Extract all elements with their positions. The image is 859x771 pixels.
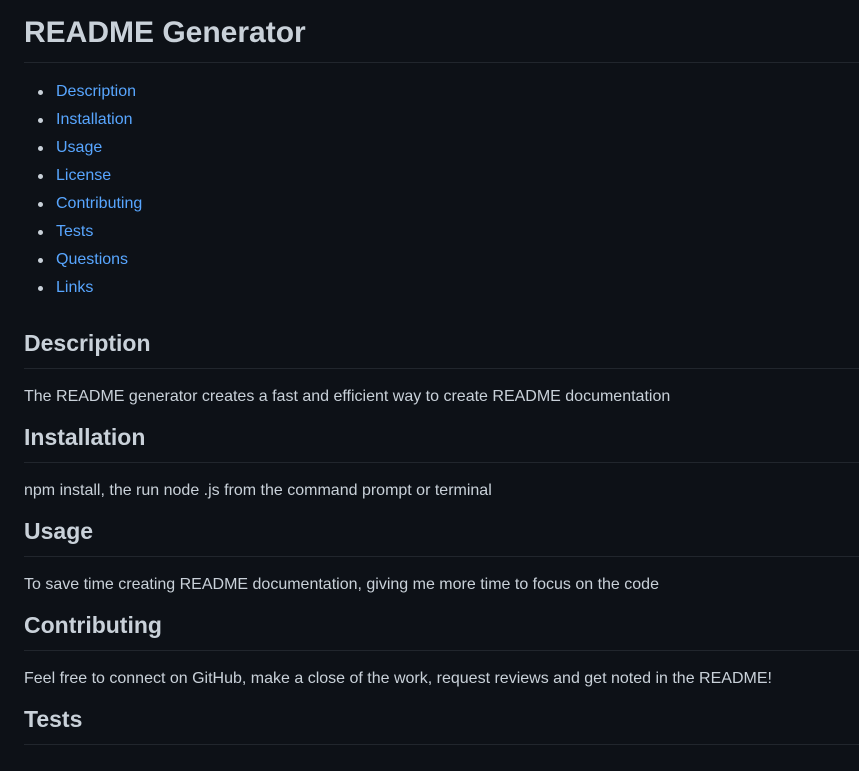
toc-item-tests: Tests (24, 218, 859, 246)
table-of-contents: Description Installation Usage License C… (24, 78, 859, 302)
readme-content: README Generator Description Installatio… (0, 0, 859, 745)
toc-item-contributing: Contributing (24, 190, 859, 218)
page-title: README Generator (24, 16, 306, 49)
section-heading-installation: Installation (24, 424, 146, 450)
toc-item-links: Links (24, 274, 859, 302)
toc-item-questions: Questions (24, 246, 859, 274)
bullet-icon (38, 146, 43, 151)
section-divider (24, 650, 859, 651)
toc-link-usage[interactable]: Usage (56, 139, 102, 156)
section-divider (24, 556, 859, 557)
section-divider (24, 744, 859, 745)
section-text-usage: To save time creating README documentati… (24, 576, 659, 593)
bullet-icon (38, 230, 43, 235)
toc-link-license[interactable]: License (56, 167, 111, 184)
section-tests: Tests (24, 704, 859, 745)
bullet-icon (38, 202, 43, 207)
toc-item-description: Description (24, 78, 859, 106)
section-heading-tests: Tests (24, 706, 83, 732)
bullet-icon (38, 286, 43, 291)
bullet-icon (38, 90, 43, 95)
toc-link-contributing[interactable]: Contributing (56, 195, 142, 212)
toc-item-usage: Usage (24, 134, 859, 162)
section-contributing: Contributing Feel free to connect on Git… (24, 610, 859, 691)
toc-item-license: License (24, 162, 859, 190)
section-installation: Installation npm install, the run node .… (24, 422, 859, 503)
title-divider (24, 62, 859, 63)
section-usage: Usage To save time creating README docum… (24, 516, 859, 597)
toc-link-tests[interactable]: Tests (56, 223, 93, 240)
section-heading-description: Description (24, 330, 151, 356)
section-text-installation: npm install, the run node .js from the c… (24, 482, 492, 499)
toc-link-links[interactable]: Links (56, 279, 93, 296)
section-heading-usage: Usage (24, 518, 94, 544)
section-text-contributing: Feel free to connect on GitHub, make a c… (24, 670, 772, 687)
toc-link-description[interactable]: Description (56, 83, 136, 100)
section-text-description: The README generator creates a fast and … (24, 388, 671, 405)
toc-link-installation[interactable]: Installation (56, 111, 133, 128)
bullet-icon (38, 118, 43, 123)
toc-link-questions[interactable]: Questions (56, 251, 128, 268)
section-divider (24, 368, 859, 369)
section-heading-contributing: Contributing (24, 612, 162, 638)
section-description: Description The README generator creates… (24, 328, 859, 409)
bullet-icon (38, 174, 43, 179)
bullet-icon (38, 258, 43, 263)
section-divider (24, 462, 859, 463)
toc-item-installation: Installation (24, 106, 859, 134)
